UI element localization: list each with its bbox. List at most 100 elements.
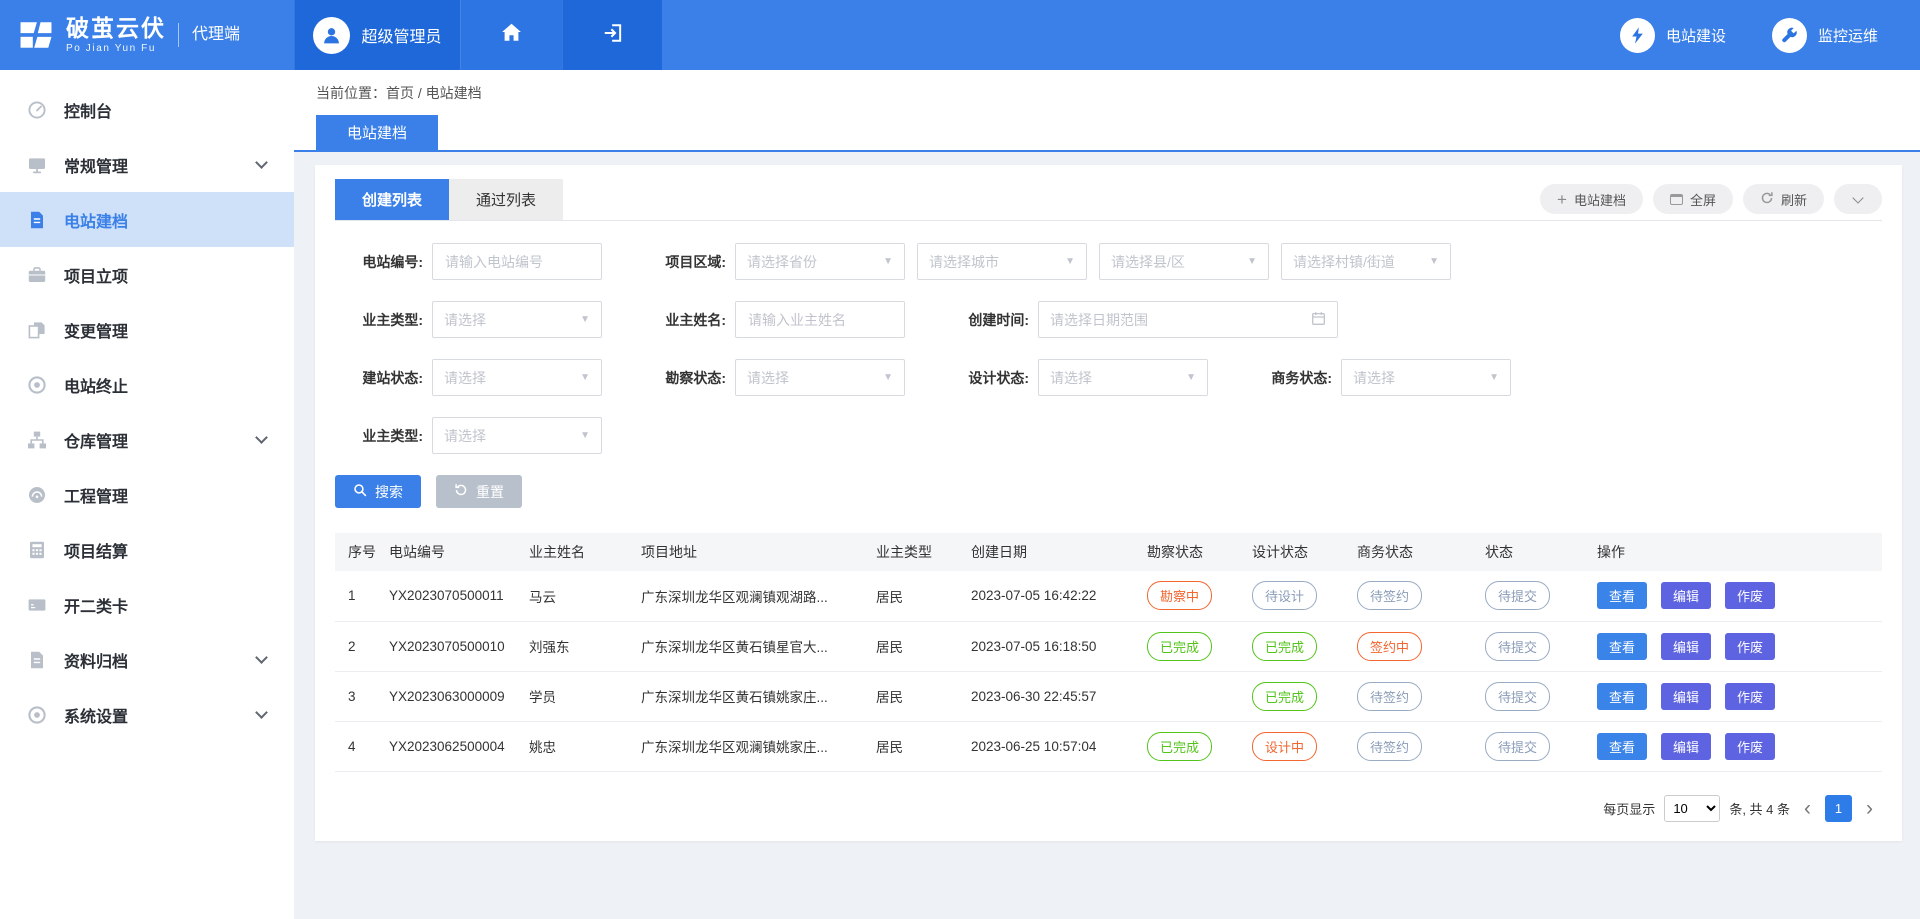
status-badge: 待提交	[1485, 732, 1550, 761]
sidebar-item-data-archive[interactable]: 资料归档	[0, 632, 294, 687]
tab-passed-list[interactable]: 通过列表	[449, 179, 563, 220]
caret-down-icon: ▼	[1186, 372, 1196, 383]
cell-actions: 查看编辑作废	[1589, 571, 1882, 621]
table-row: 4YX2023062500004姚忠广东深圳龙华区观澜镇姚家庄...居民2023…	[335, 721, 1882, 771]
sidebar-item-project-approval[interactable]: 项目立项	[0, 247, 294, 302]
survey-status-badge: 已完成	[1147, 632, 1212, 661]
sidebar-item-general-mgmt[interactable]: 常规管理	[0, 137, 294, 192]
column-header: 设计状态	[1244, 533, 1349, 571]
add-station-button[interactable]: + 电站建档	[1540, 184, 1643, 214]
view-button[interactable]: 查看	[1597, 683, 1647, 710]
cell-station-code: YX2023063000009	[381, 671, 521, 721]
owner-type-select[interactable]: 请选择▼	[432, 301, 602, 338]
column-header: 勘察状态	[1139, 533, 1244, 571]
reset-button[interactable]: 重置	[436, 475, 522, 508]
nav-monitor-ops[interactable]: 监控运维	[1772, 18, 1878, 53]
business-status-badge: 待签约	[1357, 581, 1422, 610]
refresh-icon	[1760, 191, 1774, 208]
fullscreen-button[interactable]: 全屏	[1653, 184, 1733, 214]
logout-button[interactable]	[562, 0, 662, 70]
tab-create-list[interactable]: 创建列表	[335, 179, 449, 220]
page-size-prefix: 每页显示	[1603, 799, 1655, 818]
design-status-select[interactable]: 请选择▼	[1038, 359, 1208, 396]
next-page-button[interactable]: ›	[1861, 798, 1878, 819]
province-select[interactable]: 请选择省份▼	[735, 243, 905, 280]
sidebar-item-label: 控制台	[64, 98, 112, 122]
caret-down-icon: ▼	[1247, 256, 1257, 267]
breadcrumb-home[interactable]: 首页	[386, 85, 414, 101]
edit-button[interactable]: 编辑	[1661, 582, 1711, 609]
reset-icon	[454, 483, 468, 500]
edit-button[interactable]: 编辑	[1661, 633, 1711, 660]
view-button[interactable]: 查看	[1597, 733, 1647, 760]
sidebar-item-system-settings[interactable]: 系统设置	[0, 687, 294, 742]
view-button[interactable]: 查看	[1597, 582, 1647, 609]
design-status-badge: 已完成	[1252, 632, 1317, 661]
cell-address: 广东深圳龙华区观澜镇姚家庄...	[633, 721, 868, 771]
cell-address: 广东深圳龙华区黄石镇星官大...	[633, 621, 868, 671]
sidebar-item-warehouse-mgmt[interactable]: 仓库管理	[0, 412, 294, 467]
status-badge: 待提交	[1485, 581, 1550, 610]
build-status-select[interactable]: 请选择▼	[432, 359, 602, 396]
current-page[interactable]: 1	[1825, 795, 1852, 822]
total-count-label: 条, 共 4 条	[1729, 799, 1790, 818]
page-size-select[interactable]: 10	[1664, 795, 1720, 822]
sidebar-item-label: 项目结算	[64, 538, 128, 562]
topbar: 破茧云伏 Po Jian Yun Fu 代理端 超级管理员 电站建设 监控运维	[0, 0, 1920, 70]
sidebar-item-engineering-mgmt[interactable]: 工程管理	[0, 467, 294, 522]
search-button[interactable]: 搜索	[335, 475, 421, 508]
refresh-button[interactable]: 刷新	[1743, 184, 1824, 214]
owner-name-input[interactable]	[735, 301, 905, 338]
wrench-icon	[1772, 18, 1807, 53]
pagination: 每页显示 10 条, 共 4 条 ‹ 1 ›	[335, 772, 1882, 822]
sidebar-item-label: 电站建档	[64, 208, 128, 232]
date-range-input[interactable]: 请选择日期范围	[1038, 301, 1338, 338]
owner-type2-select[interactable]: 请选择▼	[432, 417, 602, 454]
sidebar-item-second-card[interactable]: 开二类卡	[0, 577, 294, 632]
view-button[interactable]: 查看	[1597, 633, 1647, 660]
page-tab-station-archive[interactable]: 电站建档	[316, 115, 438, 150]
sidebar-item-label: 仓库管理	[64, 428, 128, 452]
station-code-input[interactable]	[432, 243, 602, 280]
logo-icon	[16, 15, 56, 55]
search-icon	[353, 483, 367, 500]
void-button[interactable]: 作废	[1725, 733, 1775, 760]
owner-type2-label: 业主类型:	[335, 426, 423, 446]
pages-icon	[27, 320, 47, 340]
collapse-button[interactable]	[1834, 184, 1882, 214]
fullscreen-icon	[1670, 194, 1683, 205]
void-button[interactable]: 作废	[1725, 683, 1775, 710]
city-select[interactable]: 请选择城市▼	[917, 243, 1087, 280]
sidebar-item-station-terminate[interactable]: 电站终止	[0, 357, 294, 412]
cell-index: 1	[335, 571, 381, 621]
calculator-icon	[27, 540, 47, 560]
home-button[interactable]	[460, 0, 562, 70]
create-time-label: 创建时间:	[941, 310, 1029, 330]
nav-station-build[interactable]: 电站建设	[1620, 18, 1726, 53]
void-button[interactable]: 作废	[1725, 582, 1775, 609]
column-header: 商务状态	[1349, 533, 1477, 571]
logo[interactable]: 破茧云伏 Po Jian Yun Fu 代理端	[0, 0, 294, 70]
breadcrumb-current: 电站建档	[426, 85, 482, 101]
sidebar-item-station-archive[interactable]: 电站建档	[0, 192, 294, 247]
business-status-select[interactable]: 请选择▼	[1341, 359, 1511, 396]
town-select[interactable]: 请选择村镇/街道▼	[1281, 243, 1451, 280]
edit-button[interactable]: 编辑	[1661, 683, 1711, 710]
void-button[interactable]: 作废	[1725, 633, 1775, 660]
cell-owner-name: 学员	[521, 671, 633, 721]
sidebar-item-console[interactable]: 控制台	[0, 82, 294, 137]
sidebar-item-change-mgmt[interactable]: 变更管理	[0, 302, 294, 357]
chevron-down-icon	[255, 706, 268, 719]
station-list-card: 创建列表 通过列表 + 电站建档 全屏	[315, 165, 1902, 841]
user-menu[interactable]: 超级管理员	[294, 0, 460, 70]
sidebar-item-project-settlement[interactable]: 项目结算	[0, 522, 294, 577]
survey-status-select[interactable]: 请选择▼	[735, 359, 905, 396]
chevron-down-icon	[255, 156, 268, 169]
column-header: 项目地址	[633, 533, 868, 571]
county-select[interactable]: 请选择县/区▼	[1099, 243, 1269, 280]
sidebar-item-label: 开二类卡	[64, 593, 128, 617]
column-header: 业主类型	[868, 533, 963, 571]
prev-page-button[interactable]: ‹	[1799, 798, 1816, 819]
cell-actions: 查看编辑作废	[1589, 671, 1882, 721]
edit-button[interactable]: 编辑	[1661, 733, 1711, 760]
